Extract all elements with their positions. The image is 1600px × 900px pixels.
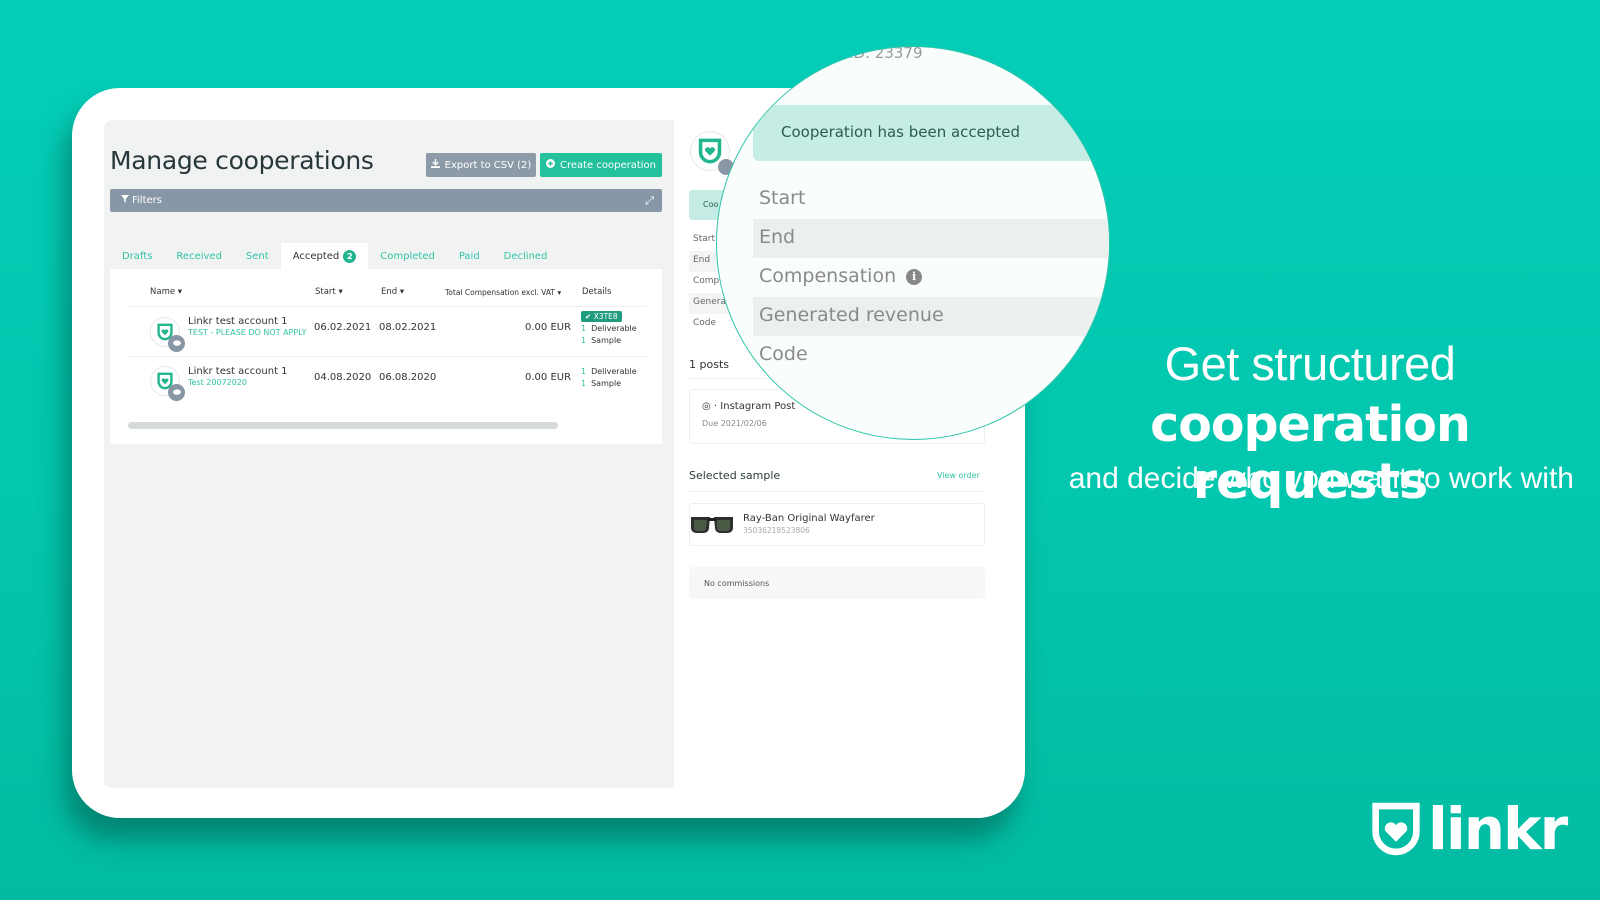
- compensation: 0.00 EUR: [525, 372, 572, 383]
- selected-sample-heading: Selected sample: [689, 469, 781, 482]
- chat-icon[interactable]: [168, 335, 185, 352]
- tab-paid[interactable]: Paid: [447, 243, 492, 269]
- sample-card[interactable]: Ray-Ban Original Wayfarer 35036218523806: [689, 503, 985, 546]
- commissions-empty-state: No commissions: [689, 567, 985, 599]
- instagram-icon: ◎: [702, 401, 711, 412]
- create-cooperation-label: Create cooperation: [559, 159, 657, 171]
- code-badge: ✔ X3TE8: [581, 311, 622, 322]
- tab-completed[interactable]: Completed: [368, 243, 447, 269]
- tab-label: Paid: [458, 250, 480, 262]
- view-order-link[interactable]: View order: [937, 471, 980, 480]
- end-date: 08.02.2021: [379, 322, 437, 333]
- field-end-label: End: [753, 219, 1109, 258]
- chat-icon[interactable]: [168, 384, 185, 401]
- deliverable-label: Deliverable: [591, 367, 637, 376]
- create-cooperation-button[interactable]: Create cooperation: [540, 153, 662, 177]
- filters-bar[interactable]: Filters ⤢: [110, 189, 662, 212]
- deliverable-label: Deliverable: [591, 324, 637, 333]
- start-date: 04.08.2020: [314, 372, 372, 383]
- tab-label: Declined: [503, 250, 548, 262]
- cooperation-id: ID: 23379: [849, 46, 923, 62]
- divider: [126, 356, 646, 357]
- filter-icon: [121, 195, 129, 206]
- divider: [126, 306, 646, 307]
- brand-logo: linkr: [1370, 795, 1568, 863]
- tab-label: Accepted: [292, 250, 340, 262]
- info-icon[interactable]: i: [906, 268, 923, 285]
- download-icon: [430, 159, 440, 171]
- cooperation-title[interactable]: Test 20072020: [188, 378, 288, 387]
- export-csv-button[interactable]: Export to CSV (2): [426, 153, 536, 177]
- tagline-line-3: and decide who you want to work with: [1068, 462, 1574, 495]
- tab-label: Completed: [380, 250, 435, 262]
- compensation: 0.00 EUR: [525, 322, 572, 333]
- sample-label: Sample: [591, 336, 622, 345]
- sample-label: Sample: [591, 379, 622, 388]
- code-text: X3TE8: [593, 312, 618, 321]
- plus-circle-icon: [545, 159, 555, 171]
- brand-name: linkr: [1428, 795, 1568, 863]
- tab-received[interactable]: Received: [164, 243, 234, 269]
- start-date: 06.02.2021: [314, 322, 372, 333]
- avatar: [789, 47, 831, 69]
- accepted-banner: Cooperation has been accepted: [753, 105, 1109, 161]
- tab-label: Received: [176, 250, 222, 262]
- column-header-end[interactable]: End ▾: [381, 287, 404, 297]
- tagline-line-1: Get structured: [1164, 337, 1456, 390]
- column-header-start[interactable]: Start ▾: [315, 287, 343, 297]
- sample-name: Ray-Ban Original Wayfarer: [743, 513, 875, 524]
- filters-label: Filters: [132, 195, 162, 206]
- expand-icon[interactable]: ⤢: [645, 194, 654, 208]
- cooperations-table: Name ▾ Start ▾ End ▾ Total Compensation …: [110, 269, 662, 444]
- check-circle-icon: ✔: [585, 312, 592, 321]
- sample-count: 1: [581, 336, 587, 345]
- cooperation-title[interactable]: TEST - PLEASE DO NOT APPLY: [188, 328, 306, 337]
- sample-count: 1: [581, 379, 587, 388]
- page-title: Manage cooperations: [110, 146, 374, 175]
- column-header-name[interactable]: Name ▾: [150, 287, 182, 297]
- horizontal-scrollbar[interactable]: [128, 422, 558, 429]
- sunglasses-image: [691, 517, 733, 533]
- linkr-shield-icon: [698, 138, 722, 164]
- linkr-shield-icon: [1372, 802, 1420, 856]
- tab-label: Sent: [245, 250, 269, 262]
- field-compensation-label: Compensation i: [753, 258, 1109, 297]
- tab-drafts[interactable]: Drafts: [110, 243, 164, 269]
- avatar: [150, 317, 185, 352]
- end-date: 06.08.2020: [379, 372, 437, 383]
- divider: [689, 491, 985, 492]
- sample-sku: 35036218523806: [743, 526, 810, 535]
- field-start-label: Start: [759, 187, 806, 209]
- tab-sent[interactable]: Sent: [234, 243, 281, 269]
- posts-count: 1 posts: [689, 358, 729, 371]
- influencer-avatar: [690, 131, 734, 175]
- account-name[interactable]: Linkr test account 1: [188, 316, 306, 327]
- tab-declined[interactable]: Declined: [492, 243, 560, 269]
- column-header-compensation[interactable]: Total Compensation excl. VAT ▾: [445, 288, 561, 297]
- account-name[interactable]: Linkr test account 1: [188, 366, 288, 377]
- avatar: [150, 366, 185, 401]
- export-csv-label: Export to CSV (2): [444, 159, 532, 171]
- tab-accepted[interactable]: Accepted 2: [280, 243, 369, 269]
- tab-label: Drafts: [122, 250, 153, 262]
- field-generated-revenue-label: Generated revenue: [753, 297, 1109, 336]
- status-tabs: Drafts Received Sent Accepted 2 Completed…: [110, 243, 559, 269]
- compensation-label: Compensation: [759, 265, 897, 287]
- post-title: · Instagram Post: [713, 401, 796, 412]
- cooperations-list-pane: [104, 120, 674, 788]
- deliverable-count: 1: [581, 324, 587, 333]
- count-badge: 2: [343, 249, 357, 263]
- column-header-details: Details: [582, 287, 612, 297]
- deliverable-count: 1: [581, 367, 587, 376]
